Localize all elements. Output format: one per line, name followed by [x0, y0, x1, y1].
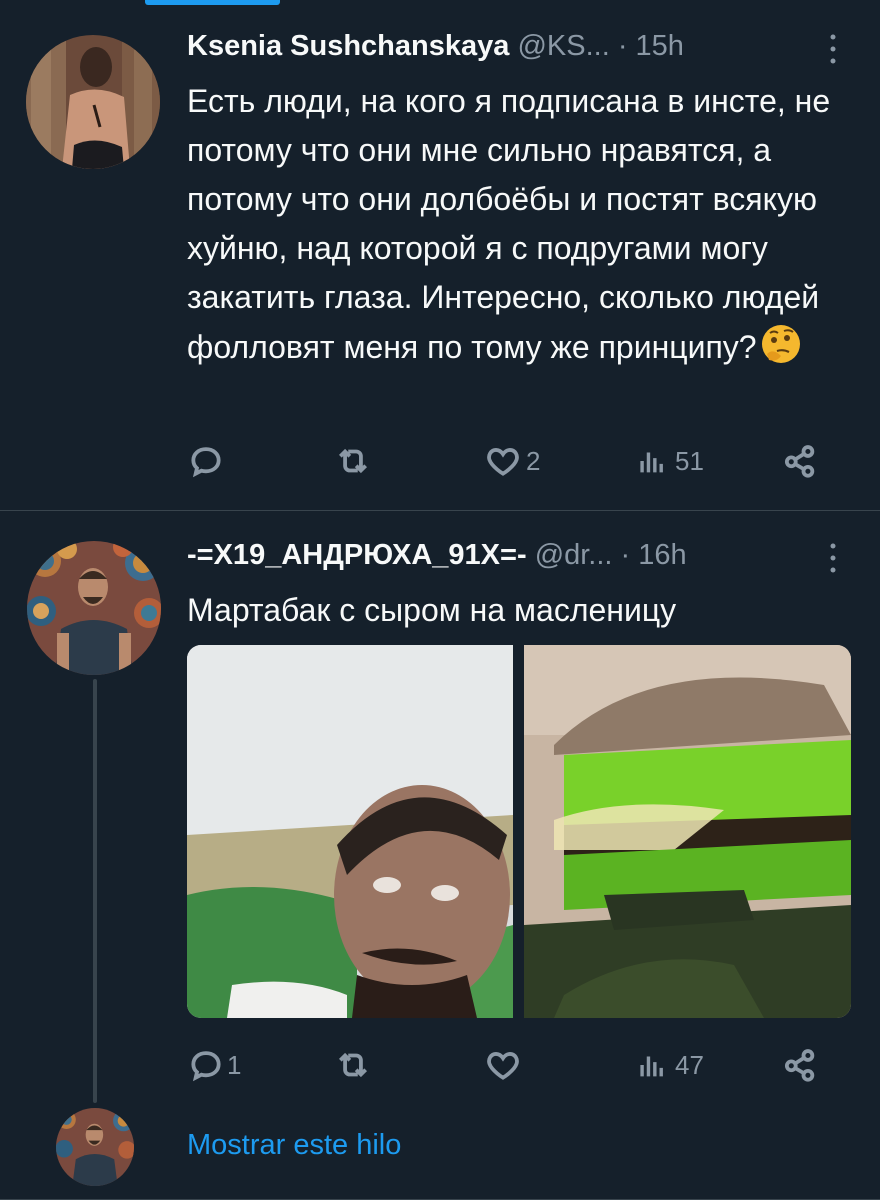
tweet-actions: 1 47 [187, 1046, 827, 1090]
tweet-text-content: Есть люди, на кого я подписана в инсте, … [187, 83, 831, 365]
views-button[interactable]: 47 [635, 1046, 704, 1084]
media-photo-selfie[interactable] [187, 645, 513, 1018]
like-icon [487, 1052, 519, 1080]
tweet-text: Есть люди, на кого я подписана в инсте, … [187, 77, 857, 372]
author-name[interactable]: -=X19_АНДРЮХА_91X=- [187, 539, 527, 571]
tweet-media [187, 645, 851, 1018]
like-button[interactable] [484, 1046, 522, 1084]
tweet-1[interactable]: Ksenia Sushchanskaya @KS... · 15h Есть л… [0, 0, 880, 510]
share-icon [784, 445, 815, 478]
reply-button[interactable]: 1 [187, 1046, 241, 1084]
retweet-button[interactable] [333, 1046, 373, 1084]
retweet-icon [338, 448, 368, 474]
more-icon[interactable] [828, 32, 838, 73]
tweet-2[interactable]: -=X19_АНДРЮХА_91X=- @dr... · 16h Мартаба… [0, 511, 880, 1200]
reply-count: 1 [227, 1049, 242, 1080]
retweet-button[interactable] [333, 442, 373, 480]
tweet-actions: 2 51 [187, 442, 827, 486]
thinking-face-emoji [759, 322, 803, 366]
like-icon [487, 448, 519, 476]
share-icon [784, 1049, 815, 1082]
timestamp[interactable]: 16h [638, 539, 686, 571]
views-button[interactable]: 51 [635, 442, 704, 480]
views-icon [640, 452, 663, 473]
reply-button[interactable] [187, 442, 231, 480]
avatar[interactable] [27, 541, 161, 675]
timestamp[interactable]: 15h [636, 30, 684, 62]
separator: · [617, 30, 628, 62]
separator: · [620, 539, 631, 571]
views-icon [640, 1056, 663, 1077]
views-count: 47 [675, 1049, 704, 1080]
thread-avatar[interactable] [56, 1108, 134, 1186]
author-name[interactable]: Ksenia Sushchanskaya [187, 30, 509, 62]
retweet-icon [338, 1052, 368, 1078]
author-handle[interactable]: @KS... [517, 30, 609, 62]
show-thread-link[interactable]: Mostrar este hilo [187, 1129, 401, 1162]
thread-line [93, 679, 97, 1103]
reply-icon [191, 447, 221, 478]
avatar[interactable] [26, 35, 160, 169]
share-button[interactable] [781, 1046, 819, 1084]
tweet-text: Мартабак с сыром на масленицу [187, 592, 677, 628]
more-icon[interactable] [828, 541, 838, 582]
like-count: 2 [526, 445, 541, 476]
tweet-header: -=X19_АНДРЮХА_91X=- @dr... · 16h [187, 539, 687, 572]
media-photo-martabak[interactable] [524, 645, 851, 1018]
reply-icon [191, 1051, 221, 1082]
views-count: 51 [675, 445, 704, 476]
share-button[interactable] [781, 442, 819, 480]
author-handle[interactable]: @dr... [535, 539, 613, 571]
tweet-header: Ksenia Sushchanskaya @KS... · 15h [187, 30, 684, 63]
like-button[interactable]: 2 [484, 442, 540, 480]
